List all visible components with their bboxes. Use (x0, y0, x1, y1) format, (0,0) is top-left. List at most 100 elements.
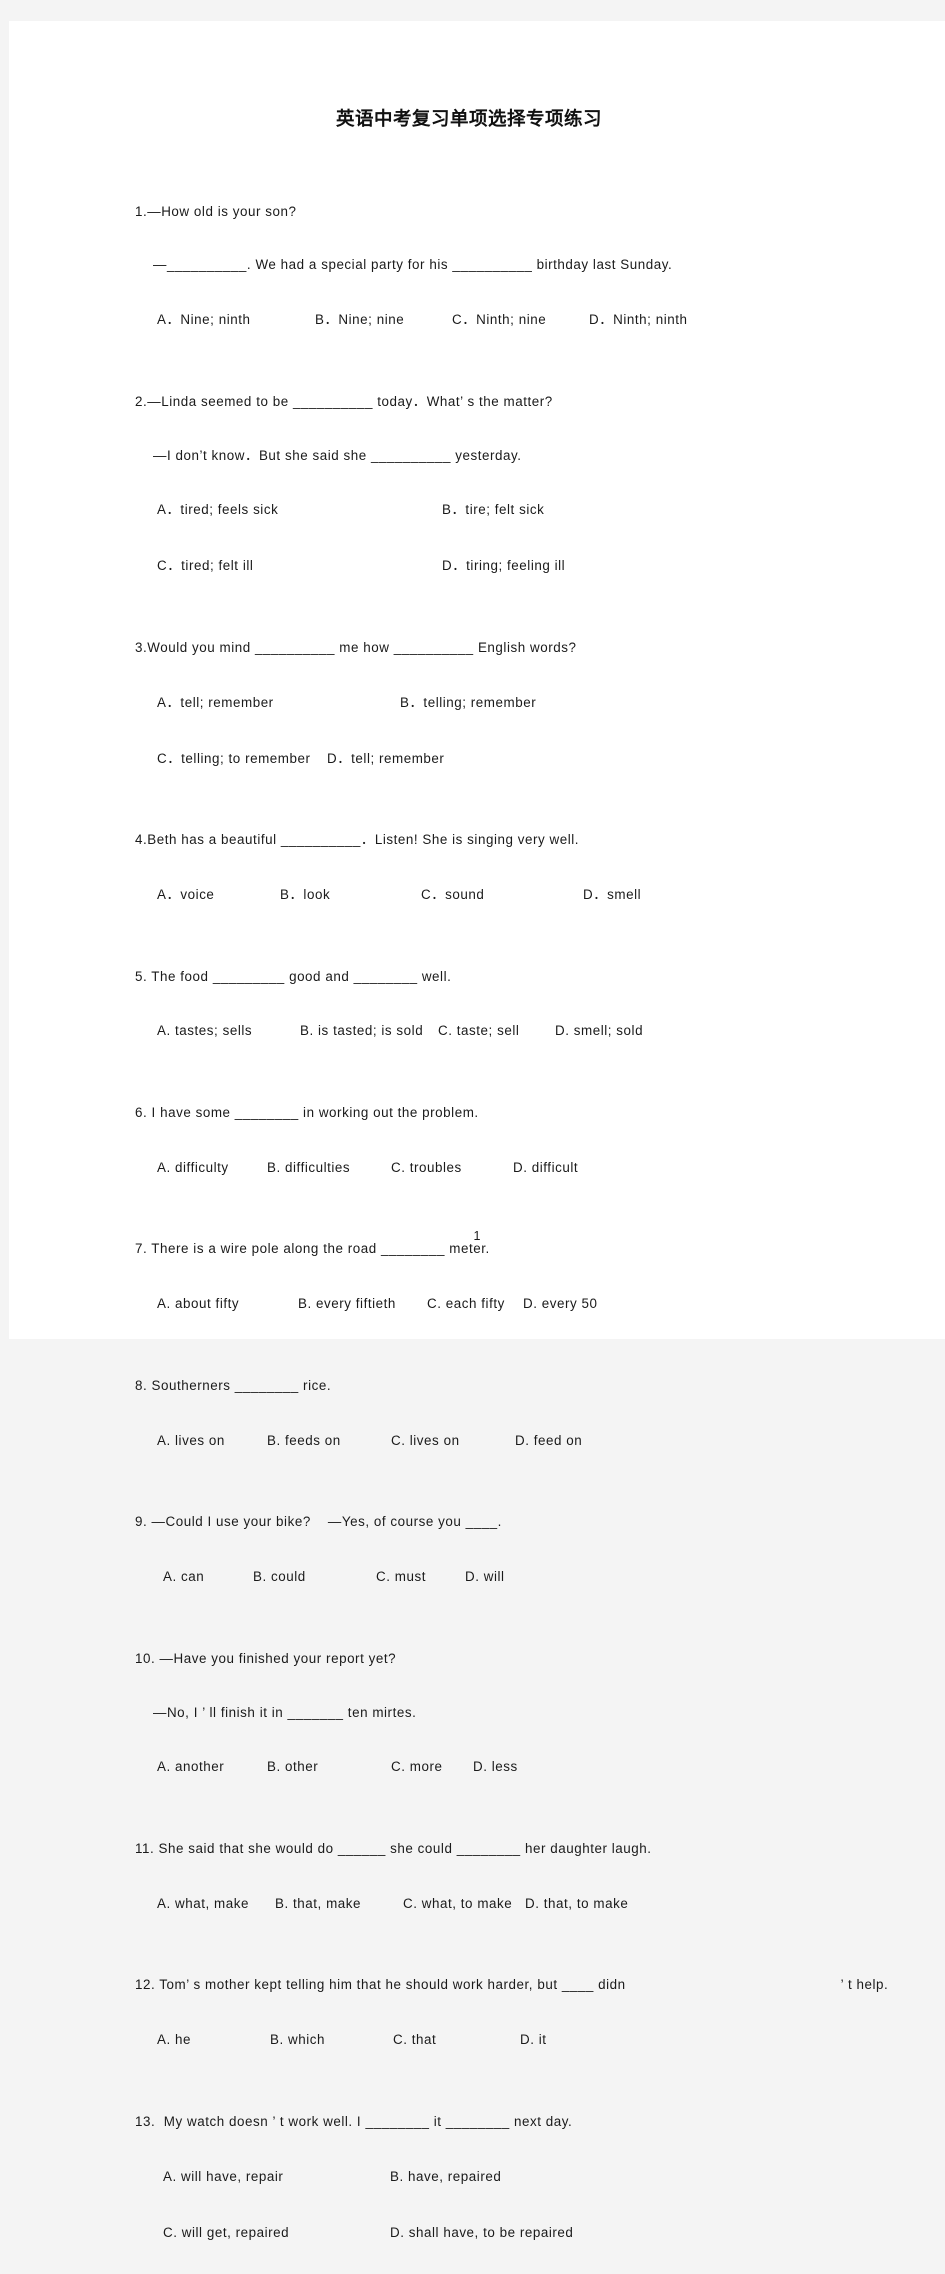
option-d[interactable]: D．tell; remember (327, 751, 444, 765)
option-a[interactable]: A. lives on (157, 1433, 225, 1447)
option-row: A. about fifty B. every fiftieth C. each… (135, 1290, 935, 1319)
question-item: 3.Would you mind __________ me how _____… (135, 607, 935, 799)
question-stem: 3.Would you mind __________ me how _____… (135, 639, 577, 655)
option-a[interactable]: A. about fifty (157, 1297, 239, 1311)
option-c[interactable]: C. that (393, 2033, 436, 2047)
question-stem: —I don’t know．But she said she _________… (153, 447, 522, 463)
option-b[interactable]: B. have, repaired (390, 2169, 501, 2183)
option-row: A. what, make B. that, make C. what, to … (135, 1889, 935, 1918)
question-stem: —No, I ’ ll finish it in _______ ten mir… (153, 1704, 417, 1720)
option-b[interactable]: B．telling; remember (400, 695, 536, 709)
option-c[interactable]: C．tired; felt ill (157, 559, 253, 573)
option-b[interactable]: B. which (270, 2033, 325, 2047)
option-b[interactable]: B. difficulties (267, 1160, 350, 1174)
option-b[interactable]: B. other (267, 1760, 318, 1774)
option-row: A. can B. could C. must D. will (135, 1562, 935, 1591)
option-row: A．Nine; ninth B．Nine; nine C．Ninth; nine… (135, 305, 935, 334)
question-item: 10. —Have you finished your report yet? … (135, 1618, 935, 1808)
option-a[interactable]: A. another (157, 1760, 224, 1774)
option-b[interactable]: B. could (253, 1570, 306, 1584)
option-a[interactable]: A．Nine; ninth (157, 313, 251, 327)
question-item: 9. —Could I use your bike? —Yes, of cour… (135, 1482, 935, 1618)
option-row: A. lives on B. feeds on C. lives on D. f… (135, 1426, 935, 1455)
question-item: 6. I have some ________ in working out t… (135, 1072, 935, 1208)
question-stem: 4.Beth has a beautiful __________．Listen… (135, 832, 580, 848)
option-row: A. tastes; sells B. is tasted; is sold C… (135, 1017, 935, 1046)
option-a[interactable]: A. difficulty (157, 1160, 229, 1174)
question-item: 13. My watch doesn ’ t work well. I ____… (135, 2081, 935, 2273)
question-stem-wrap: 12. Tom’ s mother kept telling him that … (135, 1972, 935, 1999)
option-d[interactable]: D．tiring; feeling ill (442, 559, 565, 573)
option-b[interactable]: B. that, make (275, 1896, 361, 1910)
option-d[interactable]: D. less (473, 1760, 518, 1774)
option-row: A. he B. which C. that D. it (135, 2026, 935, 2055)
option-d[interactable]: D. feed on (515, 1433, 582, 1447)
option-b[interactable]: B．Nine; nine (315, 313, 404, 327)
question-item: 11. She said that she would do ______ sh… (135, 1808, 935, 1944)
page-title: 英语中考复习单项选择专项练习 (335, 109, 602, 130)
option-row: A．tell; remember B．telling; remember (135, 688, 935, 717)
question-item: 5. The food _________ good and ________ … (135, 936, 935, 1072)
option-a[interactable]: A．voice (157, 888, 214, 902)
question-stem: 9. —Could I use your bike? —Yes, of cour… (135, 1514, 502, 1530)
option-row: A. will have, repair B. have, repaired (135, 2162, 935, 2191)
option-row: C. will get, repaired D. shall have, to … (135, 2218, 935, 2247)
question-stem: 10. —Have you finished your report yet? (135, 1650, 397, 1666)
option-c[interactable]: C. must (376, 1570, 426, 1584)
option-a[interactable]: A. what, make (157, 1896, 249, 1910)
option-c[interactable]: C. more (391, 1760, 442, 1774)
question-stem: 8. Southerners ________ rice. (135, 1377, 332, 1393)
document-page: 英语中考复习单项选择专项练习 1.—How old is your son? —… (9, 21, 945, 2239)
question-stem: —__________. We had a special party for … (153, 257, 673, 273)
option-c[interactable]: C. will get, repaired (163, 2225, 289, 2239)
question-item: 12. Tom’ s mother kept telling him that … (135, 1945, 935, 2081)
option-a[interactable]: A．tired; feels sick (157, 503, 278, 517)
question-stem: 12. Tom’ s mother kept telling him that … (135, 1977, 626, 1993)
option-c[interactable]: C．sound (421, 888, 484, 902)
option-d[interactable]: D. will (465, 1570, 505, 1584)
option-d[interactable]: D．smell (583, 888, 641, 902)
option-row: A. difficulty B. difficulties C. trouble… (135, 1153, 935, 1182)
option-c[interactable]: C．Ninth; nine (452, 313, 546, 327)
page-number: 1 (473, 1229, 481, 1243)
option-a[interactable]: A．tell; remember (157, 695, 274, 709)
option-c[interactable]: C. troubles (391, 1160, 462, 1174)
option-row: A．tired; feels sick B．tire; felt sick (135, 496, 935, 525)
option-d[interactable]: D. difficult (513, 1160, 578, 1174)
option-a[interactable]: A. will have, repair (163, 2169, 283, 2183)
option-a[interactable]: A. he (157, 2033, 191, 2047)
option-d[interactable]: D. it (520, 2033, 547, 2047)
question-item: 1.—How old is your son? —__________. We … (135, 171, 935, 361)
option-c[interactable]: C．telling; to remember (157, 751, 311, 765)
question-stem: 5. The food _________ good and ________ … (135, 968, 452, 984)
option-a[interactable]: A. can (163, 1570, 204, 1584)
option-b[interactable]: B. every fiftieth (298, 1297, 396, 1311)
question-stem: 6. I have some ________ in working out t… (135, 1105, 479, 1121)
option-c[interactable]: C. what, to make (403, 1896, 512, 1910)
option-d[interactable]: D. that, to make (525, 1896, 628, 1910)
option-c[interactable]: C. taste; sell (438, 1024, 519, 1038)
option-c[interactable]: C. each fifty (427, 1297, 505, 1311)
option-b[interactable]: B．look (280, 888, 330, 902)
question-list: 1.—How old is your son? —__________. We … (135, 171, 935, 2274)
option-d[interactable]: D．Ninth; ninth (589, 313, 688, 327)
question-stem: 13. My watch doesn ’ t work well. I ____… (135, 2113, 573, 2129)
option-d[interactable]: D. smell; sold (555, 1024, 643, 1038)
option-a[interactable]: A. tastes; sells (157, 1024, 252, 1038)
question-stem: 2.—Linda seemed to be __________ today．W… (135, 393, 553, 409)
question-stem-tail: ’ t help. (840, 1977, 889, 1993)
option-b[interactable]: B．tire; felt sick (442, 503, 544, 517)
option-row: C．telling; to remember D．tell; remember (135, 744, 935, 773)
question-stem: 1.—How old is your son? (135, 203, 297, 219)
question-stem: 11. She said that she would do ______ sh… (135, 1841, 652, 1857)
question-item: 2.—Linda seemed to be __________ today．W… (135, 361, 935, 607)
option-d[interactable]: D. every 50 (523, 1297, 598, 1311)
question-item: 8. Southerners ________ rice. A. lives o… (135, 1345, 935, 1481)
question-item: 4.Beth has a beautiful __________．Listen… (135, 800, 935, 936)
option-b[interactable]: B. is tasted; is sold (300, 1024, 423, 1038)
option-c[interactable]: C. lives on (391, 1433, 460, 1447)
option-row: C．tired; felt ill D．tiring; feeling ill (135, 552, 935, 581)
option-d[interactable]: D. shall have, to be repaired (390, 2225, 573, 2239)
option-row: A．voice B．look C．sound D．smell (135, 880, 935, 909)
option-b[interactable]: B. feeds on (267, 1433, 341, 1447)
